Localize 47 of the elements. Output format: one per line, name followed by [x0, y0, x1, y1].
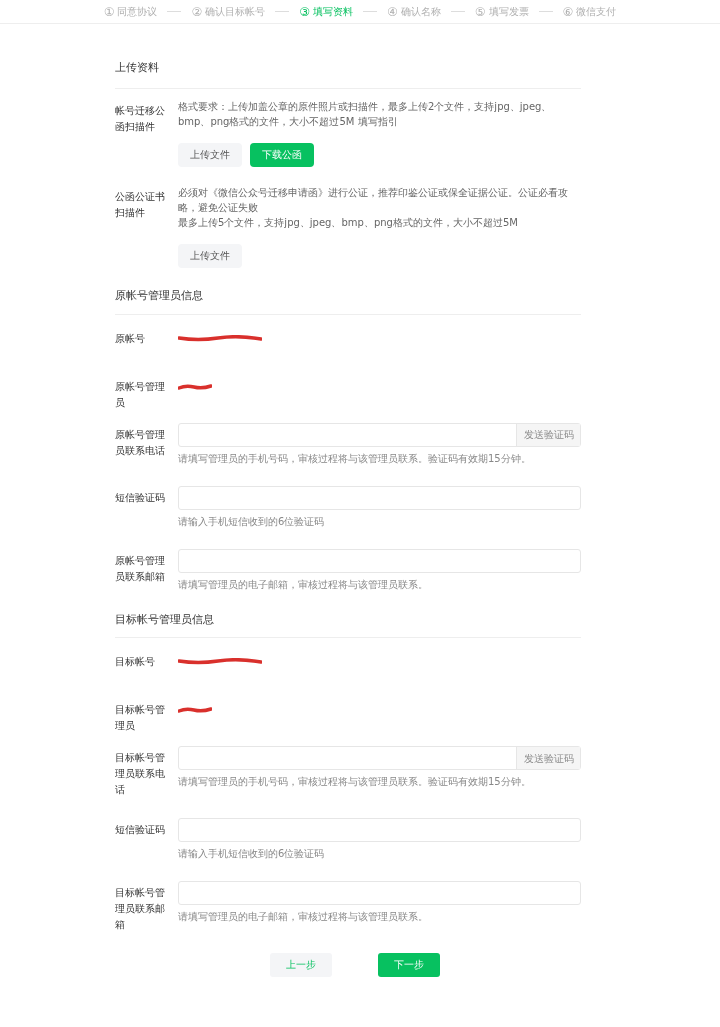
- upload-button[interactable]: 上传文件: [178, 243, 242, 268]
- phone-input-field[interactable]: 发送验证码: [178, 746, 581, 771]
- field-label: 短信验证码: [115, 823, 166, 838]
- field-label: 公函公证书扫描件: [115, 189, 166, 220]
- send-code-button[interactable]: 发送验证码: [516, 747, 580, 770]
- field-label: 短信验证码: [115, 490, 166, 505]
- phone-input-field[interactable]: 发送验证码: [178, 422, 581, 447]
- field-hint: 请输入手机短信收到的6位验证码: [178, 847, 326, 862]
- field-label: 帐号迁移公函扫描件: [115, 103, 166, 134]
- section-title: 原帐号管理员信息: [115, 287, 581, 315]
- section-title: 目标帐号管理员信息: [115, 611, 581, 639]
- step-tab[interactable]: ③ 填写资料: [299, 2, 353, 21]
- field-hint: 请输入手机短信收到的6位验证码: [178, 514, 326, 529]
- field-hint: 请填写管理员的手机号码，审核过程将与该管理员联系。验证码有效期15分钟。: [178, 775, 532, 790]
- input-field[interactable]: [178, 881, 581, 906]
- field-hint: 请填写管理员的手机号码，审核过程将与该管理员联系。验证码有效期15分钟。: [178, 451, 532, 466]
- field-label: 目标帐号: [115, 655, 156, 670]
- field-label: 目标帐号管理员联系电话: [115, 751, 166, 798]
- redaction-scribble-icon: [178, 706, 212, 715]
- step-tab[interactable]: ⑤ 填写发票: [474, 2, 529, 21]
- step-tab[interactable]: ④ 确认名称: [387, 2, 441, 21]
- step-tab[interactable]: ⑥ 微信支付: [562, 2, 617, 21]
- field-label: 原帐号管理员联系电话: [115, 427, 166, 458]
- upload-note: 必须对《微信公众号迁移申请函》进行公证，推荐印鉴公证或保全证据公证。公证必看攻略，避免公证失败: [178, 185, 569, 215]
- field-hint: 请填写管理员的电子邮箱，审核过程将与该管理员联系。: [178, 910, 429, 925]
- redaction-scribble-icon: [178, 382, 212, 391]
- field-label: 目标帐号管理员: [115, 703, 166, 734]
- field-hint: 请填写管理员的电子邮箱，审核过程将与该管理员联系。: [178, 577, 429, 592]
- field-label: 目标帐号管理员联系邮箱: [115, 886, 166, 933]
- field-label: 原帐号管理员: [115, 379, 166, 410]
- field-label: 原帐号管理员联系邮箱: [115, 553, 166, 584]
- previous-button[interactable]: 上一步: [270, 953, 332, 978]
- upload-note: 最多上传5个文件，支持jpg、jpeg、bmp、png格式的文件，大小不超过5M: [178, 215, 519, 230]
- input-field[interactable]: [178, 548, 581, 573]
- next-button[interactable]: 下一步: [378, 953, 440, 978]
- upload-button[interactable]: 上传文件: [178, 142, 242, 167]
- field-label: 原帐号: [115, 331, 146, 346]
- redaction-scribble-icon: [178, 334, 262, 343]
- download-button[interactable]: 下载公函: [250, 142, 314, 167]
- upload-note: 格式要求：上传加盖公章的原件照片或扫描件，最多上传2个文件，支持jpg、jpeg、bmp、png格式的文件，大小不超过5M 填写指引: [178, 99, 553, 129]
- redaction-scribble-icon: [178, 658, 262, 667]
- step-tab[interactable]: ② 确认目标帐号: [191, 2, 266, 21]
- input-field[interactable]: [178, 485, 581, 510]
- step-tab[interactable]: ① 同意协议: [103, 2, 158, 21]
- input-field[interactable]: [178, 818, 581, 843]
- section-title: 上传资料: [115, 60, 581, 89]
- send-code-button[interactable]: 发送验证码: [516, 423, 580, 446]
